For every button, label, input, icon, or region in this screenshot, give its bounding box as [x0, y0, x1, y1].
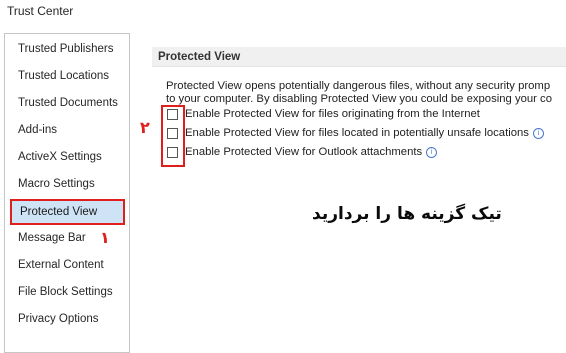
info-icon[interactable]: i: [426, 147, 438, 158]
description-line-1: Protected View opens potentially dangero…: [166, 80, 551, 92]
checkbox-highlight-box: [161, 105, 185, 167]
section-title: Protected View: [152, 47, 566, 67]
description: Protected View opens potentially dangero…: [166, 80, 566, 106]
sidebar-item-add-ins[interactable]: Add-ins: [18, 124, 57, 136]
sidebar-item-macro-settings[interactable]: Macro Settings: [18, 178, 95, 190]
option-label: Enable Protected View for files located …: [185, 127, 544, 139]
instruction-text: تیک گزینه ها را بردارید: [312, 204, 502, 224]
step-number-2: ۲: [140, 118, 150, 137]
info-icon[interactable]: i: [532, 128, 544, 139]
sidebar-item-message-bar[interactable]: Message Bar: [18, 232, 86, 244]
option-label: Enable Protected View for files originat…: [185, 108, 480, 120]
sidebar-item-privacy-options[interactable]: Privacy Options: [18, 313, 99, 325]
description-line-2: to your computer. By disabling Protected…: [166, 93, 552, 105]
sidebar-item-trusted-publishers[interactable]: Trusted Publishers: [18, 43, 113, 55]
sidebar-item-protected-view[interactable]: Protected View: [10, 199, 125, 225]
sidebar-item-file-block-settings[interactable]: File Block Settings: [18, 286, 113, 298]
sidebar: Trusted Publishers Trusted Locations Tru…: [4, 33, 130, 353]
option-label: Enable Protected View for Outlook attach…: [185, 146, 438, 158]
window-title: Trust Center: [7, 4, 74, 18]
sidebar-item-activex-settings[interactable]: ActiveX Settings: [18, 151, 102, 163]
sidebar-item-trusted-documents[interactable]: Trusted Documents: [18, 97, 118, 109]
sidebar-item-trusted-locations[interactable]: Trusted Locations: [18, 70, 109, 82]
step-number-1: ۱: [100, 228, 110, 247]
main-content: Protected View Protected View opens pote…: [130, 33, 566, 343]
sidebar-item-external-content[interactable]: External Content: [18, 259, 104, 271]
